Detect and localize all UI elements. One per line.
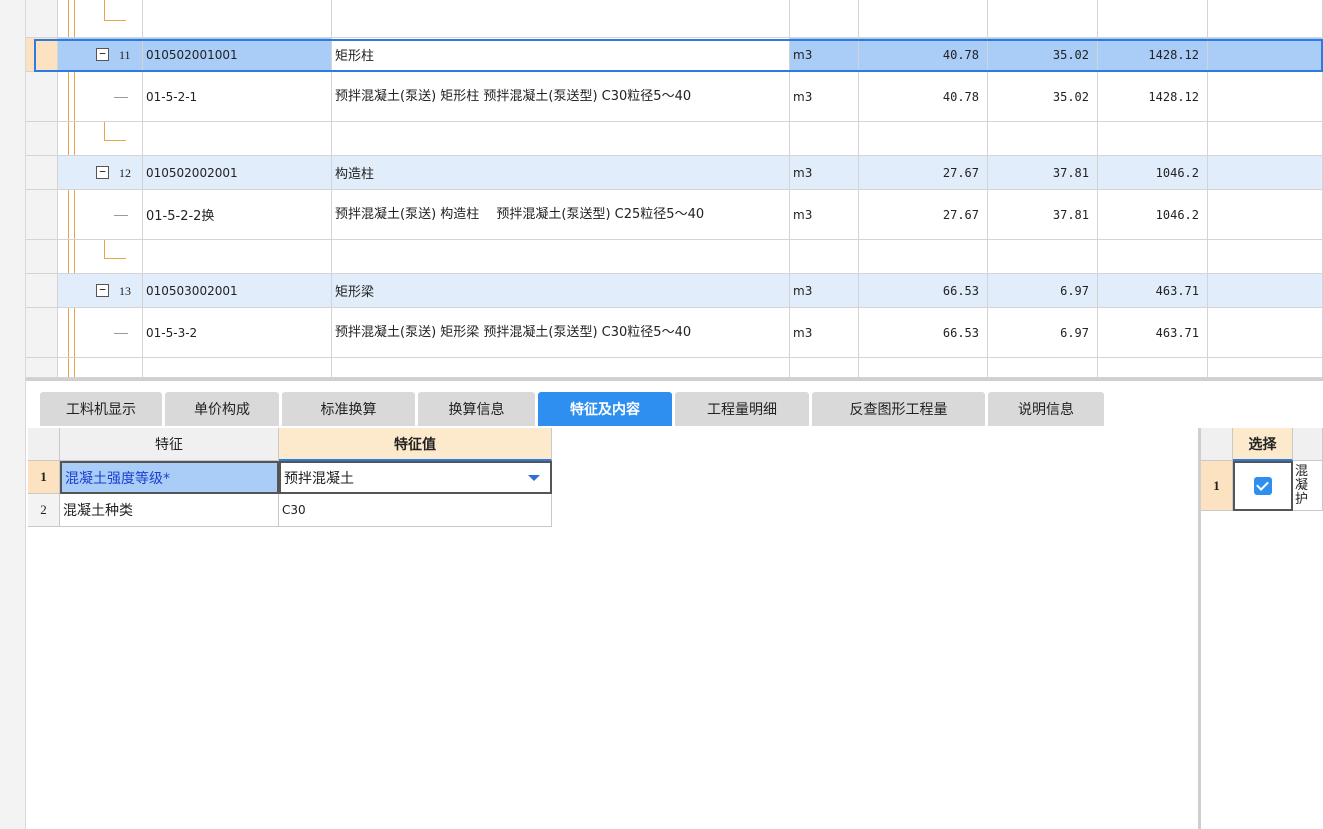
collapse-icon[interactable]: − — [96, 48, 109, 61]
tree-line — [104, 258, 126, 259]
row-price: 37.81 — [988, 190, 1098, 240]
table-row[interactable]: 2 混凝土种类 C30 — [28, 494, 552, 527]
table-row[interactable]: 01-5-3-2 预拌混凝土(泵送) 矩形梁 预拌混凝土(泵送型) C30粒径5… — [26, 308, 1323, 358]
row-price: 37.81 — [988, 156, 1098, 190]
row-qty: 40.78 — [859, 38, 988, 72]
row-name[interactable]: 预拌混凝土(泵送) 构造柱 预拌混凝土(泵送型) C25粒径5～40 — [332, 190, 790, 240]
select-cell[interactable] — [1233, 461, 1293, 511]
tree-line — [104, 240, 105, 258]
collapse-icon[interactable]: − — [96, 166, 109, 179]
row-price: 6.97 — [988, 308, 1098, 358]
row-unit: m3 — [790, 274, 859, 308]
row-name[interactable]: 矩形梁 — [332, 274, 790, 308]
row-index: 11 — [119, 48, 131, 62]
table-row[interactable]: 1 混凝土强度等级* 预拌混凝土 — [28, 461, 552, 494]
row-unit: m3 — [790, 156, 859, 190]
row-unit: m3 — [790, 72, 859, 122]
table-row[interactable]: 01-5-2-2换 预拌混凝土(泵送) 构造柱 预拌混凝土(泵送型) C25粒径… — [26, 190, 1323, 240]
feature-table: 特征 特征值 1 混凝土强度等级* 预拌混凝土 2 混凝土种类 C30 — [28, 428, 552, 527]
tab-features-content[interactable]: 特征及内容 — [538, 392, 672, 426]
row-price: 6.97 — [988, 274, 1098, 308]
header-feature[interactable]: 特征 — [60, 428, 279, 461]
feature-table-header: 特征 特征值 — [28, 428, 552, 461]
row-total: 1046.2 — [1098, 156, 1208, 190]
row-code: 010502001001 — [143, 38, 332, 72]
table-row[interactable]: 1 — [1201, 461, 1233, 511]
table-row[interactable]: 010502002001 构造柱 m3 27.67 37.81 1046.2 — [26, 156, 1323, 190]
row-unit: m3 — [790, 308, 859, 358]
row-total: 1428.12 — [1098, 72, 1208, 122]
row-qty: 40.78 — [859, 72, 988, 122]
content-text: 混凝护 — [1293, 461, 1323, 511]
checkbox-checked-icon[interactable] — [1254, 477, 1272, 495]
table-row — [26, 358, 1323, 378]
row-qty: 27.67 — [859, 156, 988, 190]
bill-grid[interactable]: 010502001001 矩形柱 m3 40.78 35.02 1428.12 … — [26, 0, 1323, 378]
row-price: 35.02 — [988, 72, 1098, 122]
row-qty: 66.53 — [859, 308, 988, 358]
table-row — [26, 240, 1323, 274]
feature-name[interactable]: 混凝土强度等级* — [60, 461, 279, 494]
work-content-panel: 选择 1 混凝护 — [1201, 428, 1323, 829]
feature-value-text: 预拌混凝土 — [284, 470, 354, 487]
row-number: 1 — [1213, 477, 1220, 493]
row-qty: 66.53 — [859, 274, 988, 308]
row-total: 1428.12 — [1098, 38, 1208, 72]
app-root: 010502001001 矩形柱 m3 40.78 35.02 1428.12 … — [0, 0, 1323, 829]
table-row[interactable]: 010502001001 矩形柱 m3 40.78 35.02 1428.12 — [26, 38, 1323, 72]
tree-branch — [114, 215, 128, 216]
table-row[interactable]: 01-5-2-1 预拌混凝土(泵送) 矩形柱 预拌混凝土(泵送型) C30粒径5… — [26, 72, 1323, 122]
feature-value[interactable]: C30 — [279, 494, 552, 527]
content-text-label: 混凝护 — [1295, 464, 1309, 507]
row-code: 010502002001 — [143, 156, 332, 190]
row-unit: m3 — [790, 38, 859, 72]
row-code: 010503002001 — [143, 274, 332, 308]
chevron-down-icon[interactable] — [528, 474, 540, 481]
tree-line — [104, 140, 126, 141]
tab-quantity-detail[interactable]: 工程量明细 — [675, 392, 809, 426]
tab-unit-price-composition[interactable]: 单价构成 — [165, 392, 279, 426]
header-select[interactable]: 选择 — [1233, 428, 1293, 461]
table-row — [26, 122, 1323, 156]
tab-description-info[interactable]: 说明信息 — [988, 392, 1104, 426]
row-name[interactable]: 预拌混凝土(泵送) 矩形梁 预拌混凝土(泵送型) C30粒径5～40 — [332, 308, 790, 358]
tree-branch — [114, 333, 128, 334]
tree-line — [104, 122, 105, 140]
row-total: 1046.2 — [1098, 190, 1208, 240]
row-index: 13 — [119, 284, 131, 298]
detail-tabs: 工料机显示 单价构成 标准换算 换算信息 特征及内容 工程量明细 反查图形工程量… — [26, 378, 1323, 428]
tab-graphic-quantity-lookup[interactable]: 反查图形工程量 — [812, 392, 985, 426]
tree-branch — [114, 97, 128, 98]
tab-conversion-info[interactable]: 换算信息 — [418, 392, 535, 426]
row-name[interactable]: 矩形柱 — [332, 38, 790, 72]
row-unit: m3 — [790, 190, 859, 240]
row-total: 463.71 — [1098, 308, 1208, 358]
row-number: 1 — [28, 461, 60, 494]
feature-name[interactable]: 混凝土种类 — [60, 494, 279, 527]
feature-value-dropdown[interactable]: 预拌混凝土 — [279, 461, 552, 494]
table-row[interactable]: 010503002001 矩形梁 m3 66.53 6.97 463.71 — [26, 274, 1323, 308]
row-code: 01-5-2-1 — [143, 72, 332, 122]
row-name[interactable]: 构造柱 — [332, 156, 790, 190]
row-code: 01-5-2-2换 — [143, 190, 332, 240]
row-number: 2 — [28, 494, 60, 527]
row-price: 35.02 — [988, 38, 1098, 72]
row-code: 01-5-3-2 — [143, 308, 332, 358]
tab-standard-conversion[interactable]: 标准换算 — [282, 392, 415, 426]
row-qty: 27.67 — [859, 190, 988, 240]
tab-labor-material-machine[interactable]: 工料机显示 — [40, 392, 162, 426]
table-row — [26, 0, 1323, 38]
row-total: 463.71 — [1098, 274, 1208, 308]
left-gutter — [0, 0, 26, 829]
row-name[interactable]: 预拌混凝土(泵送) 矩形柱 预拌混凝土(泵送型) C30粒径5～40 — [332, 72, 790, 122]
row-index: 12 — [119, 166, 131, 180]
collapse-icon[interactable]: − — [96, 284, 109, 297]
header-feature-value[interactable]: 特征值 — [279, 428, 552, 461]
